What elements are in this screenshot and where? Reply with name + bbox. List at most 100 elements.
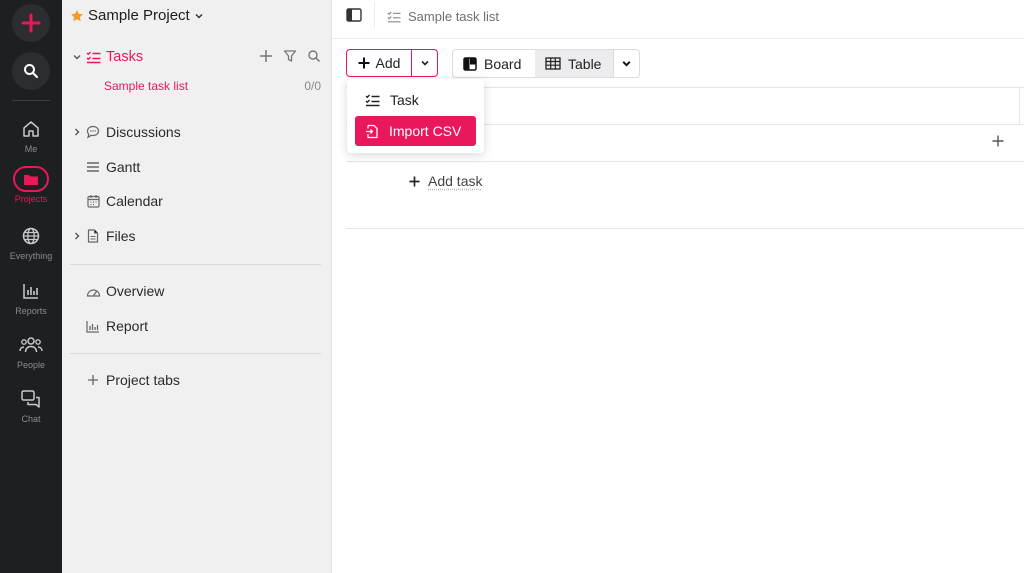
sidebar-toggle-icon [346,8,362,22]
table-row-border [346,161,1024,162]
sidebar-item-tasks[interactable]: Tasks [70,46,321,68]
folder-icon [24,174,38,185]
chevron-down-icon [420,60,429,66]
plus-icon [409,175,420,187]
board-view-label: Board [484,55,522,72]
plus-icon [88,375,98,385]
chat-icon [21,390,40,408]
table-view-tab[interactable]: Table [535,50,613,77]
plus-icon [358,57,370,69]
rail-label: Me [24,144,38,154]
sidebar-item-discussions[interactable]: Discussions [70,121,321,143]
sidebar-divider [70,353,321,354]
plus-icon [992,135,1004,147]
home-icon [23,121,39,137]
people-icon [19,337,43,353]
sidebar-item-label: Calendar [106,193,163,209]
view-dropdown-toggle[interactable] [613,50,639,77]
gantt-icon [87,162,99,172]
app-rail: Me Projects Everything Reports People Ch… [0,0,62,573]
rail-item-everything[interactable]: Everything [0,224,62,261]
sidebar-divider [70,264,321,265]
search-button[interactable] [12,52,50,90]
breadcrumb-label: Sample task list [408,9,500,24]
chevron-down-icon[interactable] [72,52,82,62]
checklist-icon [86,51,100,63]
rail-label: Everything [9,251,53,261]
rail-item-people[interactable]: People [0,333,62,370]
bar-chart-icon [86,320,99,333]
search-icon[interactable] [307,49,321,63]
breadcrumb: Sample task list [387,9,499,24]
filter-icon[interactable] [283,49,297,63]
toggle-sidebar-button[interactable] [346,8,362,27]
sidebar-item-label: Gantt [106,159,141,175]
rail-label: Projects [14,194,48,204]
search-icon [24,64,39,79]
rail-label: Reports [15,306,47,316]
add-split-button: Add [346,49,438,77]
sidebar-item-overview[interactable]: Overview [70,280,321,302]
sidebar-item-label: Report [106,318,149,334]
project-header[interactable]: Sample Project [70,7,204,24]
rail-divider [12,100,50,101]
sidebar-item-label: Overview [106,283,165,299]
menu-item-label: Task [390,92,419,108]
top-bar-divider [374,2,375,28]
rail-label: People [16,360,46,370]
add-dropdown-toggle[interactable] [411,50,437,76]
chevron-down-icon [622,61,631,67]
bar-chart-icon [23,284,38,299]
board-icon [463,56,477,71]
checklist-icon [387,11,401,22]
sidebar-item-label: Discussions [106,124,181,140]
speech-bubble-icon [86,125,100,139]
board-view-tab[interactable]: Board [453,50,535,77]
rail-item-projects[interactable]: Projects [0,166,62,204]
table-view-label: Table [568,55,602,72]
create-button[interactable] [12,4,50,42]
globe-icon [22,227,40,245]
add-button[interactable]: Add [347,50,411,76]
add-button-label: Add [375,55,401,71]
project-title: Sample Project [88,7,190,24]
view-switcher: Board Table [452,49,640,78]
table-bottom-border [346,228,1024,229]
add-task-label: Add task [428,173,483,189]
gauge-icon [86,288,100,297]
sidebar-item-calendar[interactable]: Calendar [70,190,321,212]
sidebar-item-label: Project tabs [106,372,180,388]
add-task-button[interactable]: Add task [409,173,482,189]
table-icon [545,57,561,70]
sidebar-item-label: Tasks [106,49,144,65]
table-column-divider [1019,87,1020,124]
star-icon[interactable] [70,9,84,23]
add-icon[interactable] [259,49,273,63]
add-column-button[interactable] [992,134,1004,152]
top-bar: Sample task list [332,0,1024,39]
chevron-right-icon[interactable] [72,127,82,137]
rail-item-chat[interactable]: Chat [0,387,62,424]
chevron-down-icon [195,13,203,19]
menu-item-label: Import CSV [389,123,462,139]
import-file-icon [366,124,378,138]
sidebar-item-files[interactable]: Files [70,225,321,247]
task-list-count: 0/0 [304,79,321,93]
task-list-item[interactable]: Sample task list 0/0 [104,79,321,93]
sidebar-item-report[interactable]: Report [70,315,321,337]
checklist-icon [365,94,380,106]
rail-label: Chat [21,414,41,424]
sidebar-item-project-tabs[interactable]: Project tabs [70,369,321,391]
menu-item-import-csv[interactable]: Import CSV [355,116,476,146]
project-sidebar: Sample Project Tasks Sample task list 0/… [62,0,332,573]
sidebar-item-label: Files [106,228,136,244]
sidebar-item-gantt[interactable]: Gantt [70,156,321,178]
rail-item-me[interactable]: Me [0,117,62,154]
menu-item-task[interactable]: Task [355,85,476,115]
chevron-right-icon[interactable] [72,231,82,241]
calendar-icon [86,195,100,208]
add-dropdown-menu: Task Import CSV [347,79,484,153]
rail-item-reports[interactable]: Reports [0,279,62,316]
plus-icon [21,13,41,33]
file-icon [87,229,99,243]
